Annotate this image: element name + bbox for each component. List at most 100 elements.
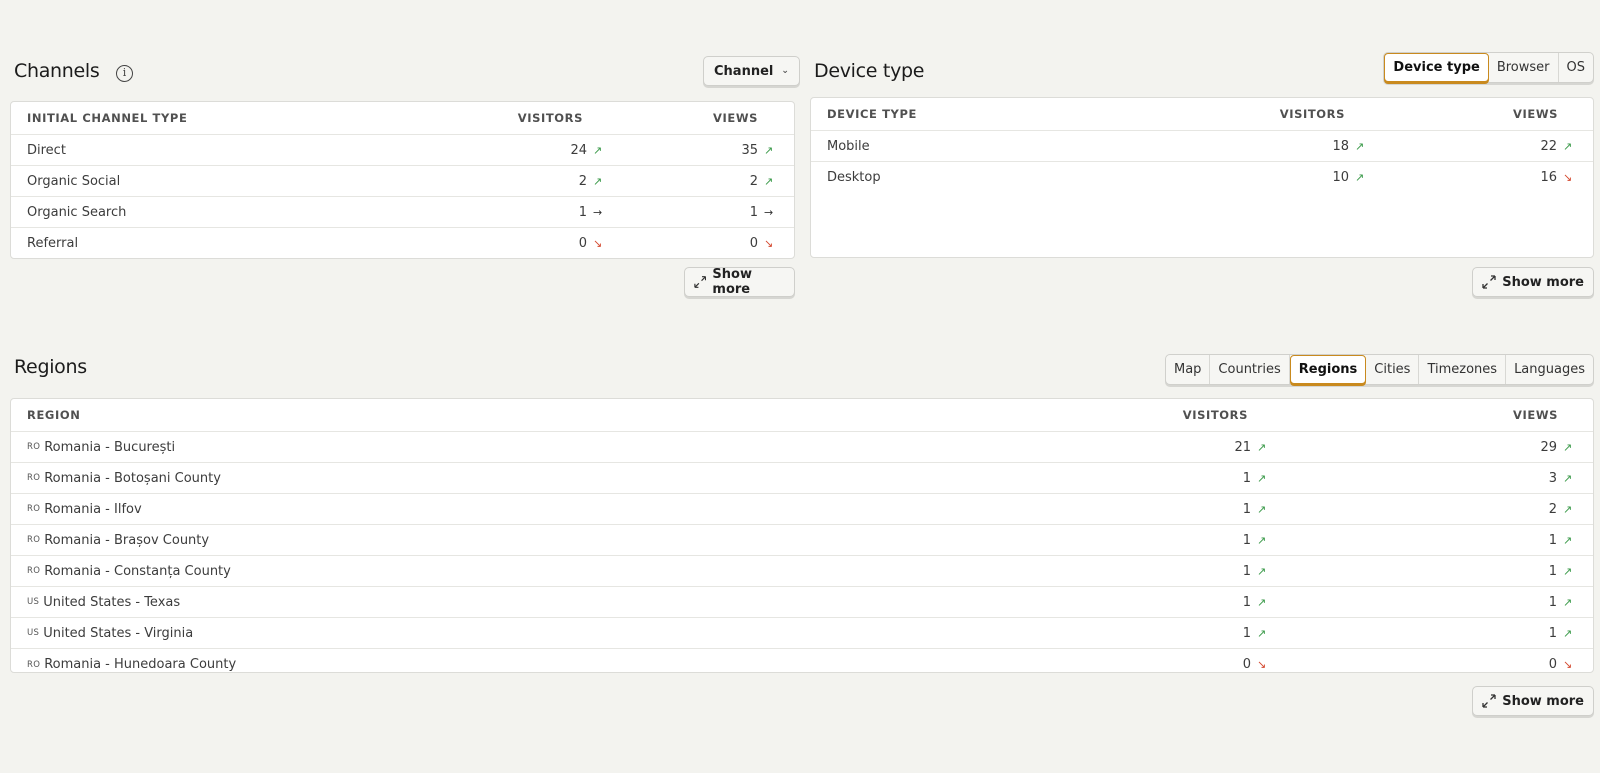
row-name: RO Romania - Brașov County (27, 525, 209, 555)
row-name: Direct (27, 135, 66, 165)
table-row[interactable]: US United States - Texas 1 ↗ 1 ↗ (11, 587, 1593, 618)
views-value: 0 (1548, 657, 1557, 672)
visitors-value: 1 (1242, 594, 1251, 610)
tab-os[interactable]: OS (1559, 53, 1593, 82)
table-row[interactable]: US United States - Virginia 1 ↗ 1 ↗ (11, 618, 1593, 649)
regions-rows: RO Romania - București 21 ↗ 29 ↗ RO Romania - B… (11, 432, 1593, 680)
trend-up-icon: ↗ (1563, 471, 1573, 485)
table-row[interactable]: RO Romania - Brașov County 1 ↗ 1 ↗ (11, 525, 1593, 556)
show-more-label: Show more (712, 267, 752, 297)
views-value: 29 (1540, 439, 1557, 455)
row-label: United States - Virginia (43, 625, 194, 641)
channel-dropdown[interactable]: Channel ⌄ (703, 56, 800, 86)
visitors-cell: 1 ↗ (1243, 587, 1273, 617)
trend-up-icon: ↗ (1563, 440, 1573, 454)
trend-up-icon: ↗ (1563, 595, 1573, 609)
visitors-cell: 1 ↗ (1243, 618, 1273, 648)
trend-up-icon: ↗ (1355, 139, 1365, 153)
table-row[interactable]: RO Romania - Botoșani County 1 ↗ 3 ↗ (11, 463, 1593, 494)
visitors-cell: 10 ↗ (1332, 162, 1371, 193)
tab-cities[interactable]: Cities (1366, 355, 1420, 384)
views-cell: 1 ↗ (1549, 525, 1579, 555)
visitors-value: 0 (1242, 657, 1251, 672)
table-row[interactable]: RO Romania - București 21 ↗ 29 ↗ (11, 432, 1593, 463)
country-code: RO (27, 535, 41, 545)
trend-up-icon: ↗ (1563, 502, 1573, 516)
channel-dropdown-label: Channel (714, 63, 774, 79)
regions-panel: Regions Map Countries Regions Cities Timezon… (10, 354, 1594, 719)
table-row[interactable]: RO Romania - Constanța County 1 ↗ 1 ↗ (11, 556, 1593, 587)
views-cell: 0 ↘ (750, 228, 780, 259)
column-header-region[interactable]: REGION (27, 399, 80, 431)
views-cell: 35 ↗ (741, 135, 780, 165)
column-header-views[interactable]: VIEWS (713, 102, 758, 134)
table-row[interactable]: Desktop 10 ↗ 16 ↘ (811, 162, 1593, 193)
table-row[interactable]: RO Romania - Hunedoara County 0 ↘ 0 ↘ (11, 649, 1593, 680)
views-cell: 3 ↗ (1549, 463, 1579, 493)
table-header-row: INITIAL CHANNEL TYPE VISITORS VIEWS (11, 102, 794, 135)
row-label: United States - Texas (43, 594, 181, 610)
visitors-cell: 1 ↗ (1243, 525, 1273, 555)
column-header-views[interactable]: VIEWS (1513, 98, 1558, 130)
column-header-visitors[interactable]: VISITORS (1280, 98, 1345, 130)
column-header-device[interactable]: DEVICE TYPE (827, 98, 917, 130)
table-row[interactable]: Organic Social 2 ↗ 2 ↗ (11, 166, 794, 197)
tab-timezones[interactable]: Timezones (1419, 355, 1507, 384)
visitors-value: 10 (1332, 170, 1349, 185)
table-row[interactable]: Referral 0 ↘ 0 ↘ (11, 228, 794, 259)
trend-up-icon: ↗ (1257, 626, 1267, 640)
regions-show-more-button[interactable]: Show more (1472, 686, 1594, 716)
row-name: US United States - Texas (27, 587, 180, 617)
visitors-cell: 1 ↗ (1243, 556, 1273, 586)
table-header-row: DEVICE TYPE VISITORS VIEWS (811, 98, 1593, 131)
row-name: Organic Search (27, 197, 126, 227)
visitors-cell: 1 → (579, 197, 609, 227)
country-code: RO (27, 442, 41, 452)
views-cell: 16 ↘ (1540, 162, 1579, 193)
show-more-label: Show more (1502, 693, 1584, 709)
column-header-channel[interactable]: INITIAL CHANNEL TYPE (27, 102, 187, 134)
row-label: Referral (27, 236, 79, 251)
table-row[interactable]: Direct 24 ↗ 35 ↗ (11, 135, 794, 166)
info-icon[interactable]: i (116, 65, 133, 82)
column-header-visitors[interactable]: VISITORS (1183, 399, 1248, 431)
row-name: RO Romania - București (27, 432, 175, 462)
trend-up-icon: ↗ (1563, 564, 1573, 578)
row-name: RO Romania - Botoșani County (27, 463, 221, 493)
views-cell: 2 ↗ (750, 166, 780, 196)
row-name: Organic Social (27, 166, 120, 196)
row-label: Romania - Brașov County (44, 532, 210, 548)
device-rows: Mobile 18 ↗ 22 ↗ Desktop 10 ↗ 16 ↘ (811, 131, 1593, 193)
country-code: US (27, 597, 40, 607)
column-header-visitors[interactable]: VISITORS (518, 102, 583, 134)
row-label: Direct (27, 142, 66, 158)
tab-browser[interactable]: Browser (1489, 53, 1559, 82)
tab-map[interactable]: Map (1166, 355, 1211, 384)
channels-show-more-button[interactable]: Show more (684, 267, 795, 297)
chevron-down-icon: ⌄ (781, 66, 789, 76)
visitors-value: 1 (1242, 563, 1251, 579)
visitors-cell: 18 ↗ (1332, 131, 1371, 161)
row-label: Mobile (827, 138, 870, 154)
tab-languages[interactable]: Languages (1506, 355, 1593, 384)
column-header-views[interactable]: VIEWS (1513, 399, 1558, 431)
table-row[interactable]: Mobile 18 ↗ 22 ↗ (811, 131, 1593, 162)
views-value: 0 (749, 236, 758, 251)
trend-up-icon: ↗ (764, 143, 774, 157)
table-row[interactable]: RO Romania - Ilfov 1 ↗ 2 ↗ (11, 494, 1593, 525)
tab-countries[interactable]: Countries (1210, 355, 1290, 384)
regions-tab-group: Map Countries Regions Cities Timezones Langua… (1164, 354, 1594, 385)
device-show-more-button[interactable]: Show more (1472, 267, 1594, 297)
country-code: US (27, 628, 40, 638)
row-label: Romania - Botoșani County (44, 470, 221, 486)
trend-up-icon: ↗ (764, 174, 774, 188)
visitors-cell: 21 ↗ (1234, 432, 1273, 462)
table-row[interactable]: Organic Search 1 → 1 → (11, 197, 794, 228)
tab-device-type[interactable]: Device type (1384, 53, 1489, 82)
country-code: RO (27, 473, 41, 483)
tab-regions[interactable]: Regions (1289, 355, 1367, 384)
channels-title: Channels (14, 60, 100, 82)
expand-icon (694, 276, 707, 288)
row-label: Organic Search (27, 204, 127, 220)
visitors-value: 1 (1242, 625, 1251, 641)
